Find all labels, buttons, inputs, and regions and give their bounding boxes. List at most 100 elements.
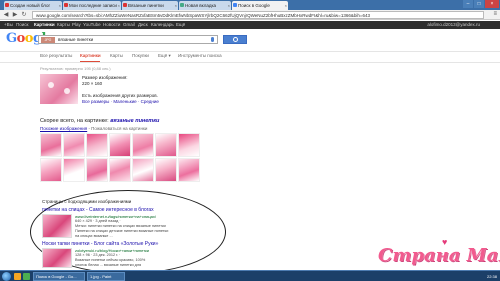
page-favicon-icon [180, 3, 184, 7]
similar-image-thumb[interactable] [155, 158, 177, 182]
best-guess-prefix: Скорее всего, на картинке: [40, 118, 109, 124]
gbar-item-drive[interactable]: Диск [138, 21, 148, 29]
taskbar-clock: 22:38 [486, 274, 497, 279]
logo-letter: o [16, 31, 26, 46]
search-input[interactable]: JPG вязаные пинетки [38, 35, 218, 44]
close-icon[interactable]: × [59, 1, 61, 10]
browser-tab-strip: Создан новый блог × Мои последние записи ×… [0, 0, 500, 10]
browser-tab-1[interactable]: Создан новый блог × [4, 1, 62, 10]
gbar-account[interactable]: alofimo.d2013@yandex.ru [427, 21, 480, 29]
window-controls: – □ × [462, 0, 499, 8]
result-meta: 128 × 96 · 23 дек. 2012 г. · [75, 253, 121, 257]
tab-label: Создан новый блог [10, 3, 51, 8]
forward-arrow-icon[interactable]: ▶ [11, 11, 19, 19]
watermark-logo: Страна Мам [378, 245, 500, 266]
result-snippet: хлопок белая ... вязаные пинетки для [75, 263, 142, 267]
tab-shopping[interactable]: Покупки [132, 53, 149, 58]
results-count: Результатов: примерно 195 (0,88 сек.) [40, 66, 111, 71]
best-guess-heading: Скорее всего, на картинке: вязаные пинет… [40, 118, 159, 124]
browser-tab-2[interactable]: Мои последние записи × [63, 1, 121, 10]
result-snippet: Пинетки на спицах детские пинетки вязаны… [75, 229, 169, 233]
back-arrow-icon[interactable]: ◀ [2, 11, 10, 19]
tab-more[interactable]: Ещё ▾ [158, 53, 171, 59]
best-guess-query-link[interactable]: вязаные пинетки [110, 118, 159, 124]
similar-image-thumb[interactable] [109, 133, 131, 157]
gbar-item-search[interactable]: Поиск [16, 21, 28, 29]
similar-image-thumb[interactable] [86, 158, 108, 182]
search-query-text: вязаные пинетки [58, 37, 94, 42]
maximize-icon[interactable]: □ [474, 0, 484, 8]
result-title-link[interactable]: пинетки на спицах - Самое интересное в б… [42, 207, 154, 213]
search-button[interactable] [223, 35, 247, 44]
taskbar-item-chrome[interactable]: Поиск в Google - Go... [33, 272, 85, 281]
similar-image-thumb[interactable] [178, 133, 200, 157]
close-icon[interactable]: × [175, 1, 177, 10]
tab-label: Мои последние записи [69, 3, 117, 8]
explorer-icon[interactable] [14, 273, 21, 280]
close-icon[interactable]: × [118, 1, 120, 10]
similar-image-thumb[interactable] [178, 158, 200, 182]
result-title-link[interactable]: Носки тапки пинетки - Блог сайта «Золоты… [42, 241, 158, 247]
similar-image-thumb[interactable] [63, 158, 85, 182]
tab-maps[interactable]: Карты [110, 53, 123, 58]
chrome-icon[interactable] [23, 273, 30, 280]
gbar-item-calendar[interactable]: Календарь [151, 21, 174, 29]
logo-letter: G [6, 31, 17, 46]
gbar-item-more[interactable]: Ещё [176, 21, 185, 29]
browser-tab-5[interactable]: Поиск в Google × [232, 1, 288, 10]
divider [0, 62, 500, 63]
reload-icon[interactable]: ↻ [20, 11, 28, 19]
taskbar: Поиск в Google - Go... 1.jpg - Paint 22:… [0, 270, 500, 281]
pages-heading: Страницы с подходящими изображениями [42, 199, 132, 204]
similar-images-link[interactable]: Похожие изображения [40, 126, 87, 131]
tab-images[interactable]: Картинки [80, 53, 101, 58]
page-favicon-icon [123, 3, 127, 7]
image-detail [64, 88, 70, 94]
close-icon[interactable]: × [285, 1, 287, 10]
gbar-item-play[interactable]: Play [72, 21, 81, 29]
tab-all[interactable]: Все результаты [40, 53, 72, 58]
size-links[interactable]: Все размеры · Маленькие · Средние [82, 99, 159, 104]
minimize-icon[interactable]: – [463, 0, 473, 8]
similar-image-thumb[interactable] [40, 133, 62, 157]
gbar-item-youtube[interactable]: YouTube [83, 21, 101, 29]
browser-tab-3[interactable]: Вязаные пинетки × [122, 1, 178, 10]
taskbar-item-paint[interactable]: 1.jpg - Paint [87, 272, 125, 281]
gbar-item-news[interactable]: Новости [103, 21, 120, 29]
similar-image-thumb[interactable] [109, 158, 131, 182]
report-images-link[interactable]: - Пожаловаться на картинки [87, 126, 147, 131]
divider [0, 51, 500, 52]
similar-image-thumb[interactable] [132, 158, 154, 182]
result-meta: 640 × 429 · 3 дней назад · [75, 219, 121, 223]
page-favicon-icon [5, 3, 9, 7]
result-snippet: на спицах вязаные ... [75, 234, 113, 238]
similar-image-thumb[interactable] [155, 133, 177, 157]
result-thumbnail[interactable] [42, 248, 72, 268]
result-snippet: Вязаные пинетки сейчас красиво, 100% [75, 258, 146, 262]
gbar-item-gmail[interactable]: Gmail [123, 21, 135, 29]
gbar-item-images[interactable]: Картинки [34, 21, 55, 29]
close-icon[interactable]: × [228, 1, 230, 10]
screen: Создан новый блог × Мои последние записи ×… [0, 0, 500, 281]
close-window-icon[interactable]: × [485, 0, 499, 8]
gbar-item-maps[interactable]: Карты [57, 21, 70, 29]
similar-image-thumb[interactable] [63, 133, 85, 157]
tab-label: Новая вкладка [185, 3, 217, 8]
microphone-icon[interactable] [211, 37, 214, 42]
gbar-item-plus[interactable]: +Вы [4, 21, 13, 29]
page-favicon-icon [64, 3, 68, 7]
wrench-menu-icon[interactable]: ≡ [493, 11, 497, 17]
tab-search-tools[interactable]: Инструменты поиска [178, 53, 222, 58]
url-input[interactable]: www.google.com/search?tbs=sbi:AMhZZiuWeN… [32, 11, 484, 19]
query-image[interactable] [40, 74, 78, 104]
logo-letter: o [24, 31, 34, 46]
similar-image-thumb[interactable] [40, 158, 62, 182]
similar-image-thumb[interactable] [86, 133, 108, 157]
similar-image-thumb[interactable] [132, 133, 154, 157]
start-button-icon[interactable] [2, 272, 11, 281]
query-image-chip[interactable]: JPG [41, 37, 55, 43]
result-thumbnail[interactable] [42, 214, 72, 238]
google-favicon-icon [233, 3, 237, 7]
image-size-value: 220 × 160 [82, 81, 103, 86]
browser-tab-4[interactable]: Новая вкладка × [179, 1, 231, 10]
